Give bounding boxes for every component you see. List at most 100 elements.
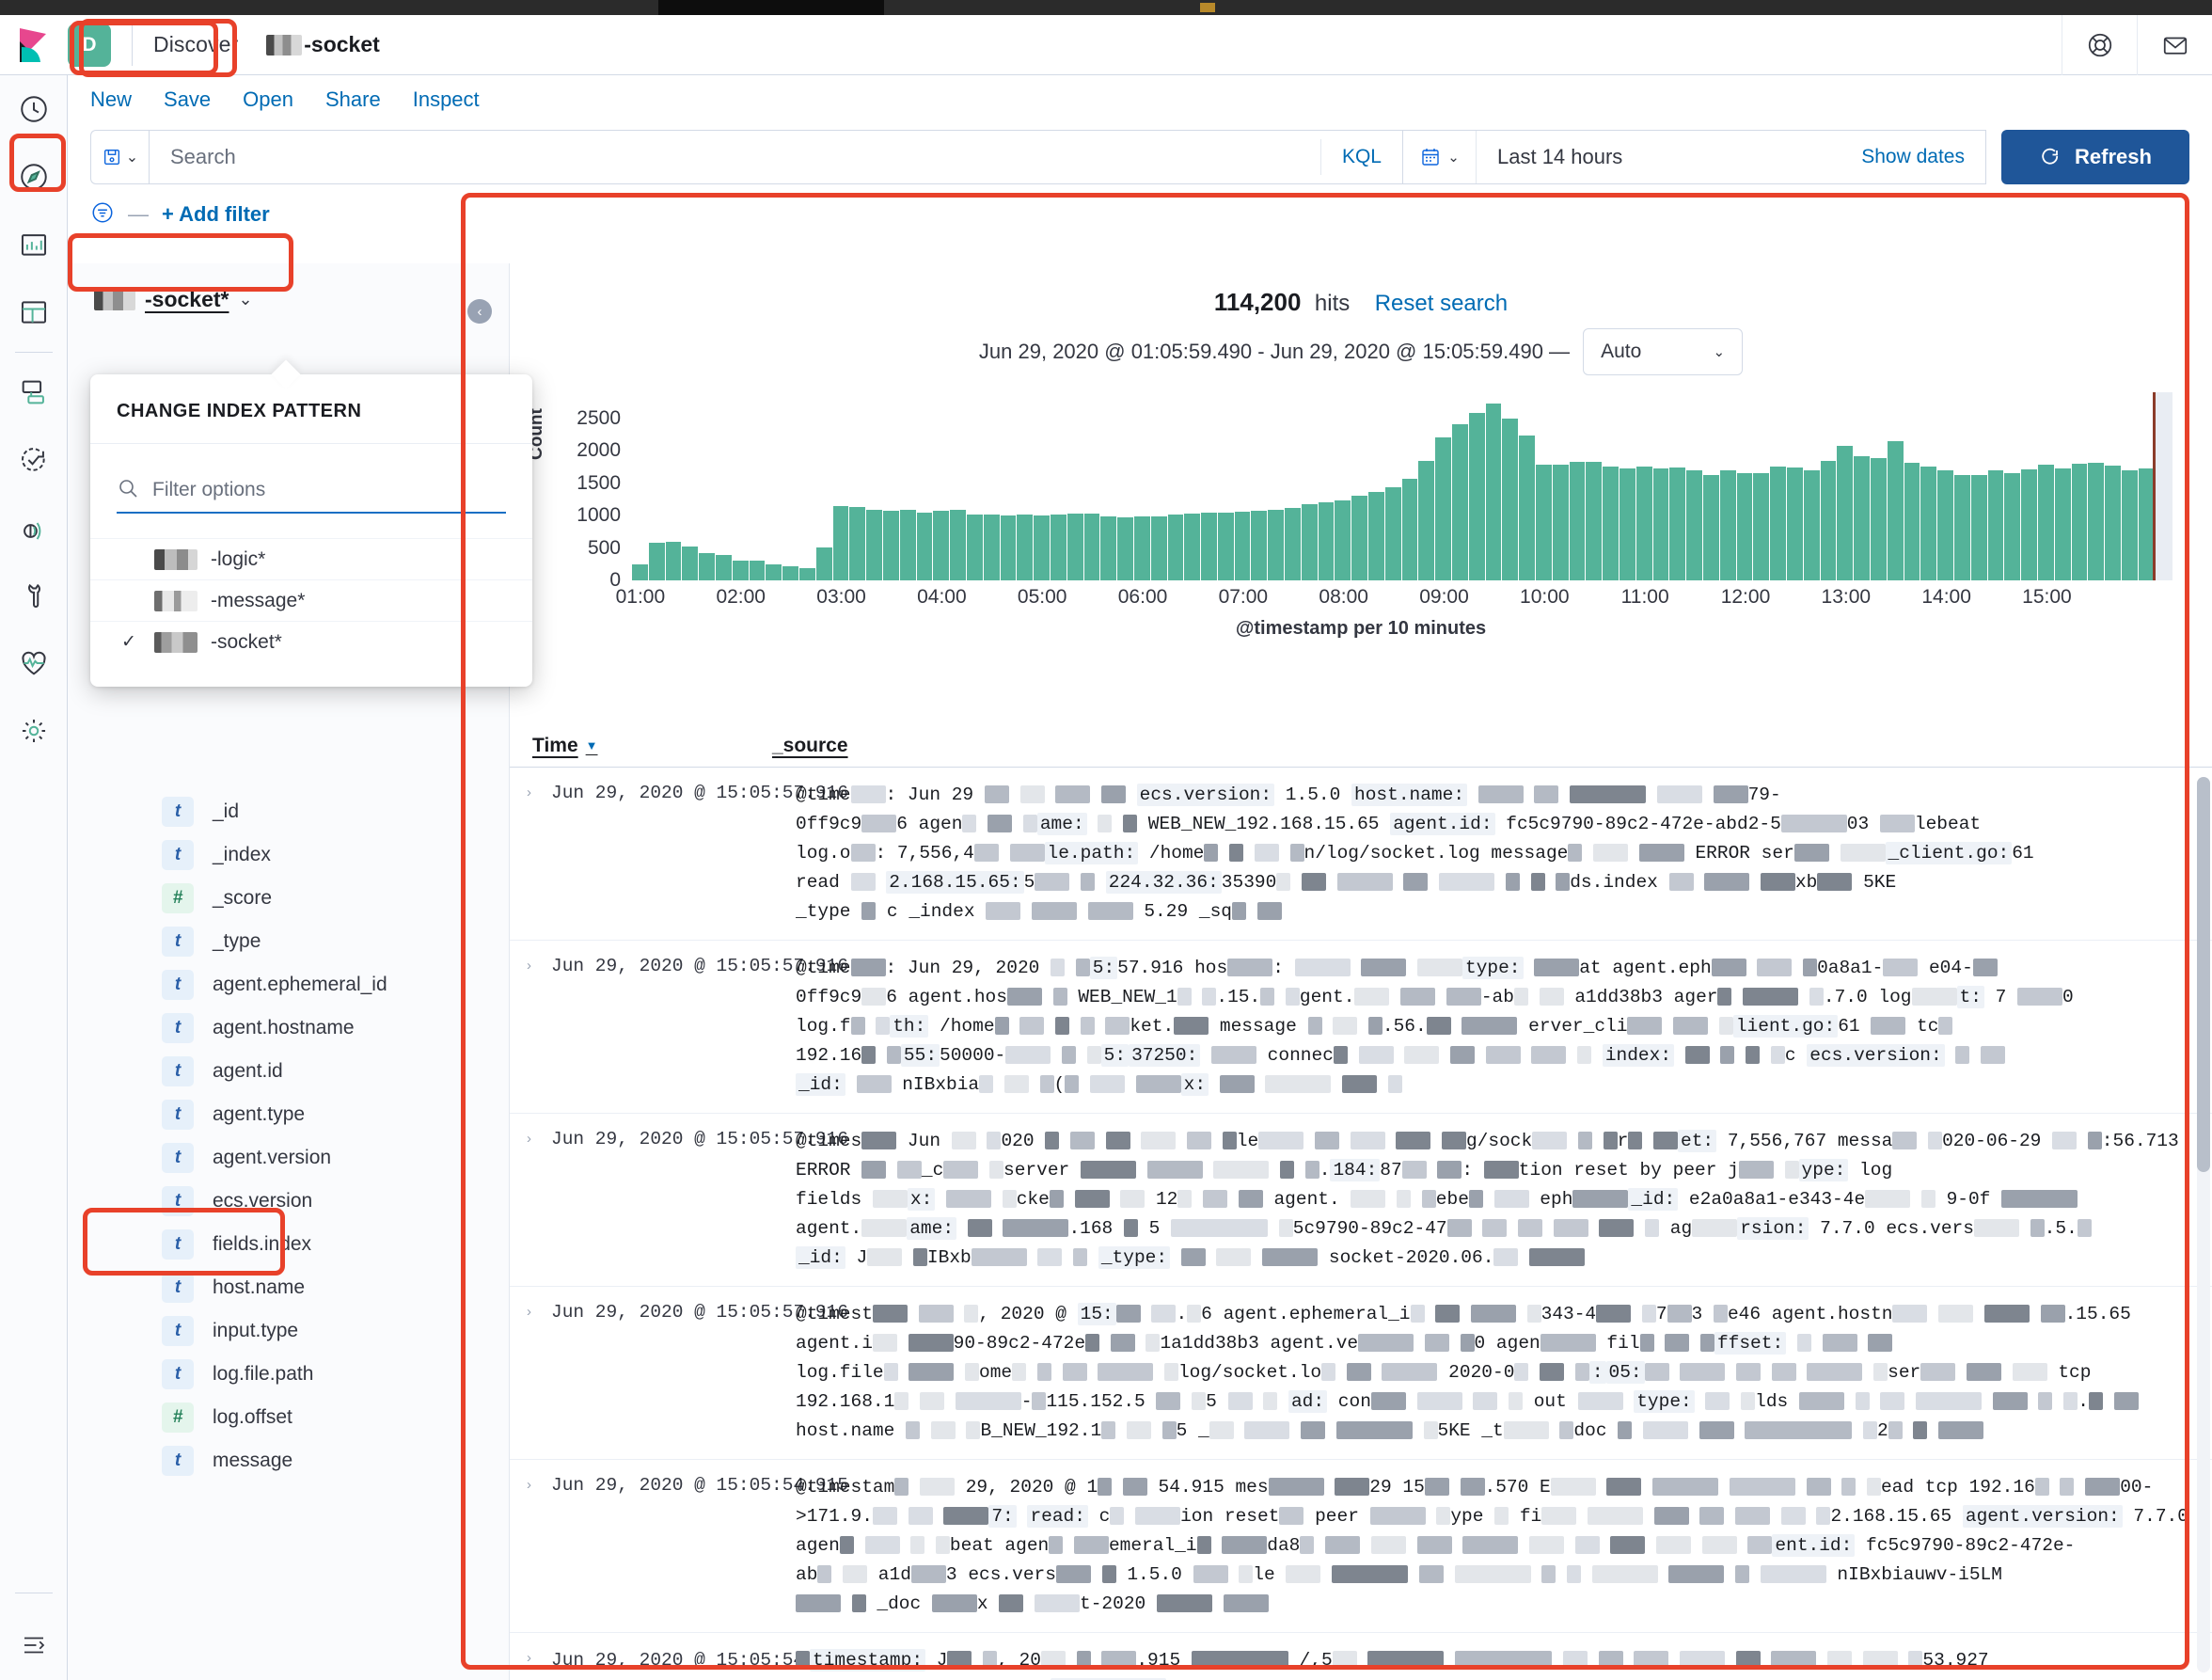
nav-item-discover-icon[interactable] xyxy=(0,143,68,211)
chart-bar[interactable] xyxy=(782,566,799,580)
menu-share[interactable]: Share xyxy=(325,87,381,112)
chart-bar[interactable] xyxy=(2021,468,2038,580)
chart-bar[interactable] xyxy=(1887,441,1904,580)
chart-bar[interactable] xyxy=(1937,469,1954,580)
nav-item-uptime-icon[interactable] xyxy=(0,426,68,494)
table-row[interactable]: › Jun 29, 2020 @ 15:05:57.916 @time: Jun 2… xyxy=(510,768,2212,941)
index-option-logic[interactable]: -logic* xyxy=(90,538,532,579)
chart-bar[interactable] xyxy=(1301,503,1319,580)
chart-bar[interactable] xyxy=(1719,470,1737,580)
chart-bar[interactable] xyxy=(1669,468,1687,580)
chart-bar[interactable] xyxy=(1217,513,1235,580)
field-item[interactable]: t ecs.version xyxy=(68,1180,510,1223)
menu-open[interactable]: Open xyxy=(243,87,293,112)
nav-collapse-icon[interactable] xyxy=(0,1631,68,1659)
field-item-message[interactable]: t message xyxy=(68,1439,510,1482)
chart-bar[interactable] xyxy=(950,510,967,580)
nav-item-monitoring-icon[interactable] xyxy=(0,629,68,697)
chart-bar[interactable] xyxy=(1552,465,1570,580)
expand-row-icon[interactable]: › xyxy=(527,781,551,927)
field-item[interactable]: t agent.ephemeral_id xyxy=(68,963,510,1006)
nav-item-apm-icon[interactable] xyxy=(0,494,68,562)
table-row[interactable]: › Jun 29, 2020 @ 15:05:54.9▮▮ timestamp: J… xyxy=(510,1633,2212,1680)
expand-row-icon[interactable]: › xyxy=(527,1646,551,1680)
date-range-label[interactable]: Last 14 hours xyxy=(1477,145,1622,169)
field-item[interactable]: t agent.version xyxy=(68,1136,510,1180)
chart-bar[interactable] xyxy=(1820,461,1838,580)
chart-bar[interactable] xyxy=(1083,513,1101,580)
chart-bar[interactable] xyxy=(798,568,816,580)
app-badge[interactable]: D xyxy=(68,23,111,67)
search-input[interactable]: Search KQL xyxy=(149,130,1403,184)
chart-bar[interactable] xyxy=(916,512,934,580)
chart-bar[interactable] xyxy=(1351,496,1369,580)
chart-bar[interactable] xyxy=(1753,472,1771,580)
chart-bar[interactable] xyxy=(1066,513,1084,580)
chart-bar[interactable] xyxy=(1786,468,1804,580)
chart-bar[interactable] xyxy=(749,560,766,580)
chart-bar[interactable] xyxy=(849,507,867,580)
chart-bar[interactable] xyxy=(1234,511,1252,580)
chart-bar[interactable] xyxy=(1100,516,1118,580)
table-row[interactable]: › Jun 29, 2020 @ 15:05:57.916 @timest , 20… xyxy=(510,1287,2212,1460)
chart-bar[interactable] xyxy=(933,510,951,580)
chart-bar[interactable] xyxy=(1133,516,1151,580)
chart-bar[interactable] xyxy=(1268,510,1286,580)
index-pattern-selector[interactable]: -socket* ⌄ xyxy=(68,263,509,335)
chart-bar[interactable] xyxy=(1017,515,1035,580)
chart-bar[interactable] xyxy=(2121,470,2139,580)
chart-bar[interactable] xyxy=(1686,469,1703,580)
nav-item-dashboard-icon[interactable] xyxy=(0,278,68,346)
field-item[interactable]: t _id xyxy=(68,790,510,833)
nav-item-devtools-icon[interactable] xyxy=(0,562,68,629)
chart-bar[interactable] xyxy=(1603,467,1620,580)
chart-bar[interactable] xyxy=(1184,513,1202,580)
chart-bar[interactable] xyxy=(2004,473,2022,580)
chart-bar[interactable] xyxy=(1401,479,1419,580)
chart-bar[interactable] xyxy=(766,563,783,580)
chart-bar[interactable] xyxy=(715,555,733,580)
chart-bar[interactable] xyxy=(1502,418,1520,580)
chart-bar[interactable] xyxy=(1167,514,1185,580)
chart-bar[interactable] xyxy=(1318,501,1335,580)
nav-item-visualize-icon[interactable] xyxy=(0,211,68,278)
chart-bar[interactable] xyxy=(2088,463,2106,580)
field-item[interactable]: t log.file.path xyxy=(68,1353,510,1396)
table-row[interactable]: › Jun 29, 2020 @ 15:05:54.915 @timestam 29… xyxy=(510,1460,2212,1633)
chart-bar[interactable] xyxy=(1987,470,2005,580)
chart-bar[interactable] xyxy=(1285,507,1302,580)
query-language-button[interactable]: KQL xyxy=(1319,139,1402,175)
table-row[interactable]: › Jun 29, 2020 @ 15:05:57.916 @times Jun 0… xyxy=(510,1114,2212,1287)
calendar-icon[interactable]: ⌄ xyxy=(1403,131,1477,183)
chart-bar[interactable] xyxy=(1837,446,1855,580)
chart-bar[interactable] xyxy=(1586,462,1604,580)
expand-row-icon[interactable]: › xyxy=(527,1473,551,1619)
sort-desc-icon[interactable]: ▼ xyxy=(586,738,598,753)
reset-search-button[interactable]: Reset search xyxy=(1375,291,1508,316)
field-item[interactable]: t _index xyxy=(68,833,510,877)
chart-bar[interactable] xyxy=(1970,474,1988,580)
chart-bar[interactable] xyxy=(1050,515,1067,580)
histogram-chart[interactable]: Count 0 500 1000 1500 2000 2500 01:00 02:00 03:… xyxy=(510,392,2212,639)
field-item[interactable]: t input.type xyxy=(68,1309,510,1353)
chart-bar[interactable] xyxy=(1904,463,1921,580)
nav-item-management-icon[interactable] xyxy=(0,697,68,765)
expand-row-icon[interactable]: › xyxy=(527,954,551,1100)
field-item[interactable]: t agent.hostname xyxy=(68,1006,510,1050)
chart-bar[interactable] xyxy=(665,541,683,580)
chart-bar[interactable] xyxy=(1485,403,1503,580)
add-filter-button[interactable]: + Add filter xyxy=(162,202,270,227)
chart-bar[interactable] xyxy=(1251,510,1269,580)
chart-bar[interactable] xyxy=(1519,436,1537,580)
chart-bar[interactable] xyxy=(1201,512,1218,580)
field-item[interactable]: t agent.id xyxy=(68,1050,510,1093)
app-name-label[interactable]: Discover xyxy=(153,32,238,57)
chart-bar[interactable] xyxy=(1870,457,1888,580)
chart-bar[interactable] xyxy=(882,510,900,580)
chart-bar[interactable] xyxy=(699,552,716,580)
index-option-message[interactable]: -message* xyxy=(90,579,532,621)
chart-bar[interactable] xyxy=(1569,461,1587,580)
menu-new[interactable]: New xyxy=(90,87,132,112)
chart-bar[interactable] xyxy=(1770,466,1787,580)
interval-select[interactable]: Auto ⌄ xyxy=(1583,328,1744,375)
